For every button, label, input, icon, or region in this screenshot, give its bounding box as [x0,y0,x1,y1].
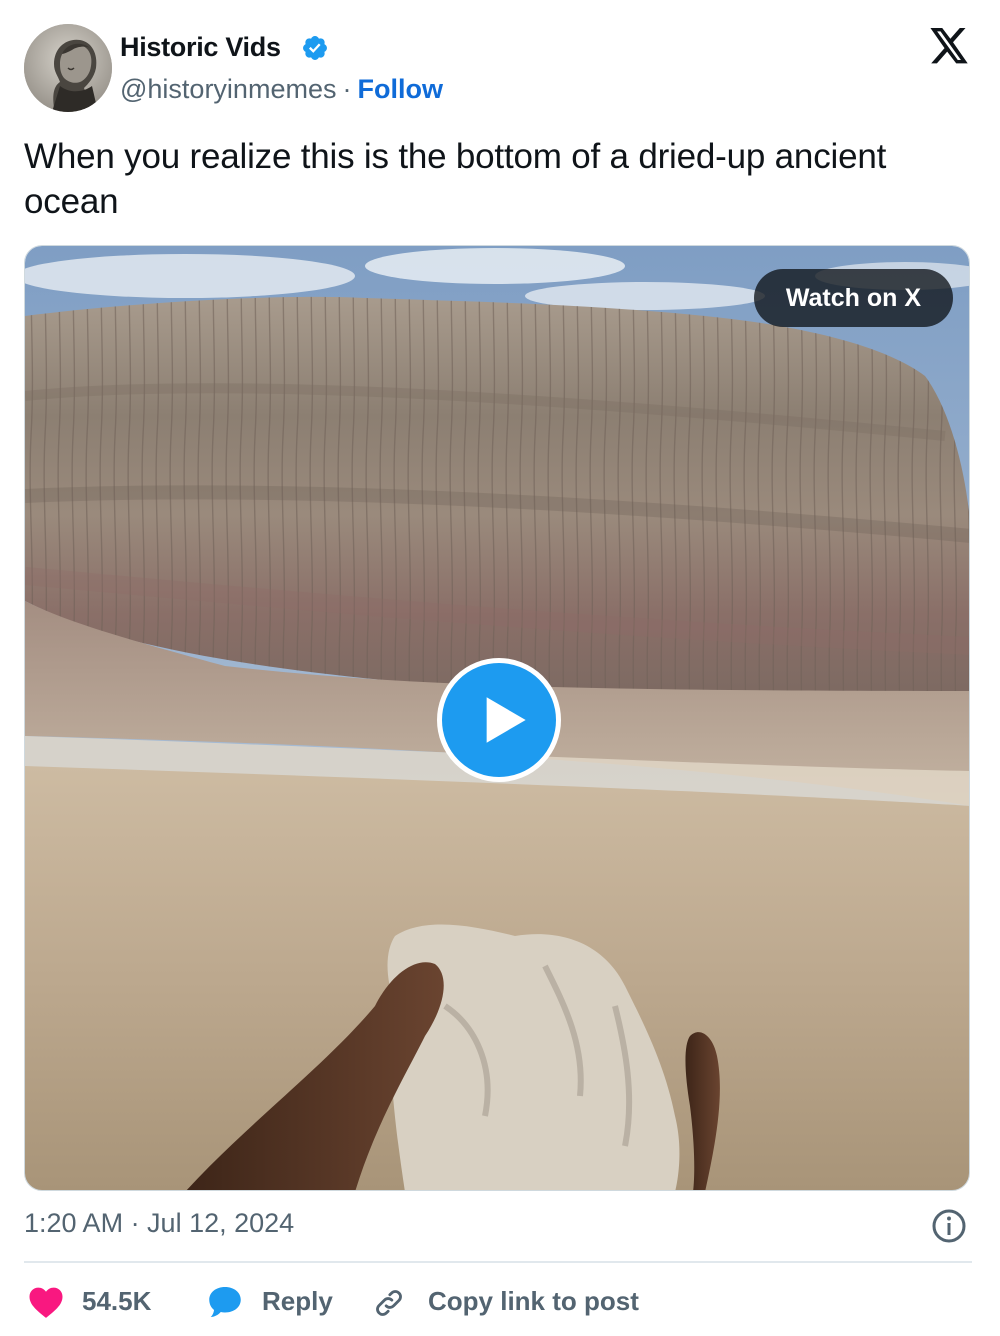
play-button[interactable] [437,658,561,782]
handle-separator: · [342,74,352,104]
author-avatar[interactable] [24,24,112,112]
like-count: 54.5K [82,1286,152,1316]
follow-button[interactable]: Follow [357,74,442,104]
author-handle-row: @historyinmemes · Follow [120,74,443,105]
video-player[interactable]: Watch on X [24,245,970,1191]
x-logo-icon[interactable] [928,28,970,66]
link-icon [376,1290,402,1316]
copy-link-label: Copy link to post [428,1286,639,1316]
avatar-portrait-image [24,24,112,112]
post-text: When you realize this is the bottom of a… [24,137,887,221]
reply-button[interactable]: Reply [206,1280,366,1324]
copy-link-button[interactable]: Copy link to post [372,1280,672,1324]
watch-on-x-button[interactable]: Watch on X [753,269,953,327]
play-icon [486,697,526,743]
action-bar: 54.5K Reply Copy link to post [24,1280,972,1324]
heart-icon [29,1287,63,1318]
verified-badge-icon [303,36,327,60]
reply-bubble-icon [209,1287,241,1317]
post-timestamp[interactable]: 1:20 AM · Jul 12, 2024 [24,1208,294,1239]
like-button[interactable]: 54.5K [24,1280,174,1324]
embedded-post-card: Historic Vids @historyinmemes · Follow Whe… [0,0,1000,1336]
author-name[interactable]: Historic Vids [120,32,281,63]
reply-label: Reply [262,1286,333,1316]
footer-divider [24,1261,972,1263]
info-icon[interactable] [931,1208,967,1244]
author-handle[interactable]: @historyinmemes [120,74,336,104]
